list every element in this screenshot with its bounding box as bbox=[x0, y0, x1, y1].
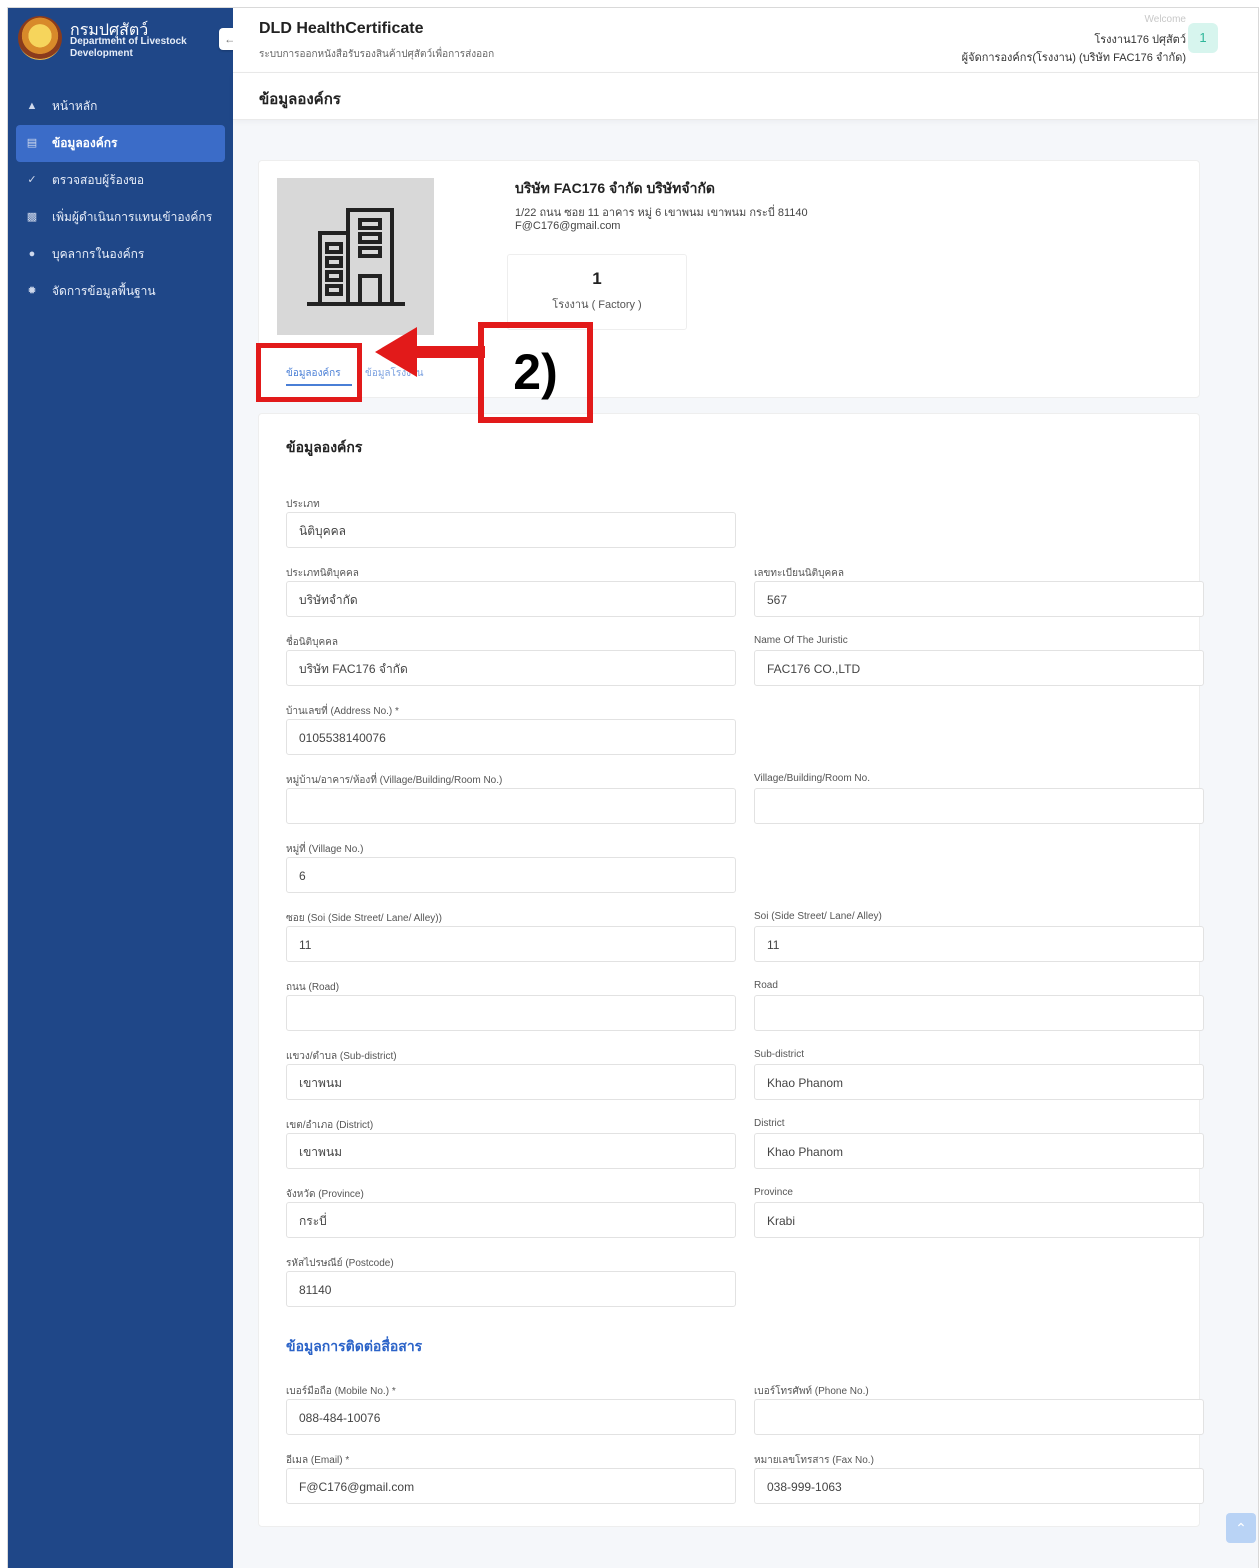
field-label: Soi (Side Street/ Lane/ Alley) bbox=[754, 911, 882, 922]
factory-count-label: โรงงาน ( Factory ) bbox=[552, 299, 642, 311]
sidebar-item-label: บุคลากรในองค์กร bbox=[52, 247, 145, 261]
mobile-field[interactable]: 088-484-10076 bbox=[286, 1399, 736, 1435]
field-label: หมายเลขโทรสาร (Fax No.) bbox=[754, 1455, 874, 1466]
building-icon bbox=[307, 208, 405, 306]
organization-email: F@C176@gmail.com bbox=[515, 220, 621, 232]
juristic-name-th-field[interactable]: บริษัท FAC176 จำกัด bbox=[286, 650, 736, 686]
field-label: District bbox=[754, 1118, 785, 1129]
field-label: Province bbox=[754, 1187, 793, 1198]
field-label: Name Of The Juristic bbox=[754, 635, 848, 646]
brand[interactable]: กรมปศุสัตว์ Department of Livestock Deve… bbox=[18, 16, 228, 66]
organization-name: บริษัท FAC176 จำกัด บริษัทจำกัด bbox=[515, 180, 716, 196]
field-label: Road bbox=[754, 980, 778, 991]
soi-en-field[interactable]: 11 bbox=[754, 926, 1204, 962]
district-th-field[interactable]: เขาพนม bbox=[286, 1133, 736, 1169]
user-name: โรงงาน176 ปศุสัตว์ bbox=[1094, 34, 1186, 46]
gear-icon: ✹ bbox=[27, 285, 37, 297]
section-title-contact: ข้อมูลการติดต่อสื่อสาร bbox=[286, 1338, 423, 1354]
district-en-field[interactable]: Khao Phanom bbox=[754, 1133, 1204, 1169]
sidebar-item-label: จัดการข้อมูลพื้นฐาน bbox=[52, 284, 156, 298]
field-label: อีเมล (Email) * bbox=[286, 1455, 350, 1466]
sidebar-item-home[interactable]: ▲ หน้าหลัก bbox=[16, 88, 225, 125]
village-th-field[interactable] bbox=[286, 788, 736, 824]
field-label: หมู่บ้าน/อาคาร/ห้องที่ (Village/Building… bbox=[286, 775, 503, 786]
annotation-step-label: 2) bbox=[513, 344, 558, 400]
province-en-field[interactable]: Krabi bbox=[754, 1202, 1204, 1238]
juristic-id-field[interactable]: 567 bbox=[754, 581, 1204, 617]
road-en-field[interactable] bbox=[754, 995, 1204, 1031]
welcome-text: Welcome bbox=[1144, 14, 1187, 25]
annotation-highlight-box bbox=[256, 343, 362, 402]
user-role: ผู้จัดการองค์กร(โรงงาน) (บริษัท FAC176 จ… bbox=[961, 52, 1186, 64]
email-field[interactable]: F@C176@gmail.com bbox=[286, 1468, 736, 1504]
field-label: ประเภท bbox=[286, 499, 320, 510]
page-header: ข้อมูลองค์กร bbox=[233, 73, 1258, 120]
province-th-field[interactable]: กระบี่ bbox=[286, 1202, 736, 1238]
sidebar-item-add-operator[interactable]: ▩ เพิ่มผู้ดำเนินการแทนเข้าองค์กร bbox=[16, 199, 225, 236]
sidebar-item-master-data[interactable]: ✹ จัดการข้อมูลพื้นฐาน bbox=[16, 273, 225, 310]
field-label: หมู่ที่ (Village No.) bbox=[286, 844, 364, 855]
field-label: จังหวัด (Province) bbox=[286, 1189, 364, 1200]
field-label: แขวง/ตำบล (Sub-district) bbox=[286, 1051, 397, 1062]
village-en-field[interactable] bbox=[754, 788, 1204, 824]
subdistrict-en-field[interactable]: Khao Phanom bbox=[754, 1064, 1204, 1100]
organization-form: ข้อมูลองค์กร ประเภท นิติบุคคล ประเภทนิติ… bbox=[258, 413, 1204, 1527]
sidebar-item-label: ตรวจสอบผู้ร้องขอ bbox=[52, 173, 145, 187]
sidebar-item-label: ข้อมูลองค์กร bbox=[52, 136, 118, 150]
subdistrict-th-field[interactable]: เขาพนม bbox=[286, 1064, 736, 1100]
avatar[interactable]: 1 bbox=[1188, 23, 1218, 53]
field-label: รหัสไปรษณีย์ (Postcode) bbox=[286, 1258, 394, 1269]
graduation-icon: ▲ bbox=[26, 100, 38, 112]
field-label: Sub-district bbox=[754, 1049, 805, 1060]
users-icon: ● bbox=[28, 248, 36, 260]
juristic-name-en-field[interactable]: FAC176 CO.,LTD bbox=[754, 650, 1204, 686]
field-label: เบอร์โทรศัพท์ (Phone No.) bbox=[754, 1386, 869, 1397]
organization-logo bbox=[277, 178, 434, 335]
annotation-arrow-icon bbox=[375, 327, 485, 377]
field-label: เบอร์มือถือ (Mobile No.) * bbox=[286, 1386, 396, 1397]
sidebar-item-verify-requesters[interactable]: ✓ ตรวจสอบผู้ร้องขอ bbox=[16, 162, 225, 199]
field-label: เขต/อำเภอ (District) bbox=[286, 1120, 374, 1131]
soi-th-field[interactable]: 11 bbox=[286, 926, 736, 962]
field-label: ชื่อนิติบุคคล bbox=[286, 637, 338, 648]
sidebar-item-organization[interactable]: ▤ ข้อมูลองค์กร bbox=[16, 125, 225, 162]
sidebar-nav: ▲ หน้าหลัก ▤ ข้อมูลองค์กร ✓ ตรวจสอบผู้ร้… bbox=[8, 88, 233, 310]
brand-subtitle: Department of Livestock Development bbox=[70, 36, 187, 59]
scroll-to-top-button[interactable]: ⌃ bbox=[1226, 1513, 1256, 1543]
top-header: DLD HealthCertificate ระบบการออกหนังสือร… bbox=[233, 8, 1258, 73]
factory-count-card: 1 โรงงาน ( Factory ) bbox=[507, 254, 687, 330]
app-title: DLD HealthCertificate bbox=[259, 20, 424, 37]
check-icon: ✓ bbox=[27, 174, 37, 186]
dld-logo bbox=[18, 16, 62, 60]
bank-icon: ▤ bbox=[26, 137, 38, 149]
juristic-type-field[interactable]: บริษัทจำกัด bbox=[286, 581, 736, 617]
page-title: ข้อมูลองค์กร bbox=[259, 91, 341, 108]
sidebar-item-staff[interactable]: ● บุคลากรในองค์กร bbox=[16, 236, 225, 273]
sidebar-item-label: หน้าหลัก bbox=[52, 99, 98, 113]
app-subtitle: ระบบการออกหนังสือรับรองสินค้าปศุสัตว์เพื… bbox=[259, 49, 495, 60]
postcode-field[interactable]: 81140 bbox=[286, 1271, 736, 1307]
field-label: ประเภทนิติบุคคล bbox=[286, 568, 359, 579]
field-label: เลขทะเบียนนิติบุคคล bbox=[754, 568, 844, 579]
sidebar-item-label: เพิ่มผู้ดำเนินการแทนเข้าองค์กร bbox=[52, 210, 213, 224]
phone-field[interactable] bbox=[754, 1399, 1204, 1435]
user-add-icon: ▩ bbox=[26, 211, 38, 223]
road-th-field[interactable] bbox=[286, 995, 736, 1031]
factory-count: 1 bbox=[592, 269, 602, 288]
sidebar: กรมปศุสัตว์ Department of Livestock Deve… bbox=[8, 8, 233, 1568]
type-field[interactable]: นิติบุคคล bbox=[286, 512, 736, 548]
field-label: บ้านเลขที่ (Address No.) * bbox=[286, 706, 399, 717]
field-label: ถนน (Road) bbox=[286, 982, 340, 993]
organization-address: 1/22 ถนน ซอย 11 อาคาร หมู่ 6 เขาพนม เขาพ… bbox=[515, 207, 808, 219]
address-no-field[interactable]: 0105538140076 bbox=[286, 719, 736, 755]
field-label: Village/Building/Room No. bbox=[754, 773, 870, 784]
village-no-field[interactable]: 6 bbox=[286, 857, 736, 893]
arrow-up-icon: ⌃ bbox=[1235, 1520, 1247, 1536]
app-window: กรมปศุสัตว์ Department of Livestock Deve… bbox=[7, 7, 1259, 1568]
fax-field[interactable]: 038-999-1063 bbox=[754, 1468, 1204, 1504]
section-title-organization: ข้อมูลองค์กร bbox=[286, 439, 363, 455]
field-label: ซอย (Soi (Side Street/ Lane/ Alley)) bbox=[286, 913, 442, 924]
